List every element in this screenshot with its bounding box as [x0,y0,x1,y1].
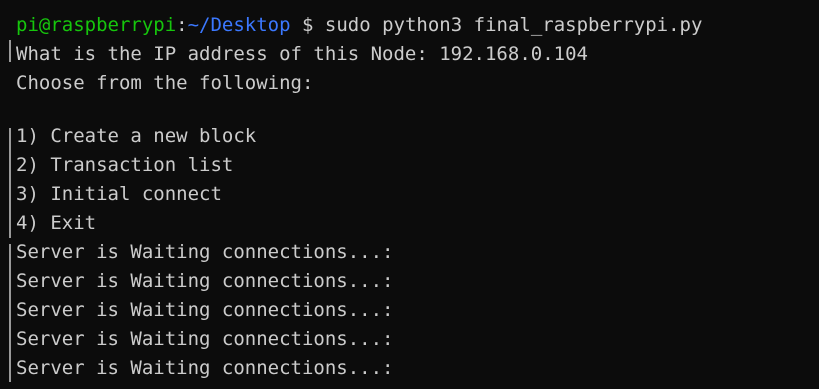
prompt-user-host: pi@raspberrypi [16,14,177,36]
menu-option-exit: 4) Exit [16,212,97,234]
server-status-line: Server is Waiting connections...: [16,241,394,263]
server-status-line: Server is Waiting connections...: [16,357,394,379]
prompt-command: sudo python3 final_raspberrypi.py [324,14,703,36]
menu-option-initial-connect: 3) Initial connect [16,183,222,205]
selection-gutter-mark [9,244,11,382]
server-status-line: Server is Waiting connections...: [16,270,394,292]
terminal-window[interactable]: pi@raspberrypi:~/Desktop $ sudo python3 … [0,0,819,389]
prompt-separator: : [176,14,188,36]
menu-option-create-block: 1) Create a new block [16,125,257,147]
prompt-line: pi@raspberrypi:~/Desktop $ sudo python3 … [16,11,702,40]
selection-gutter-mark [9,40,11,62]
server-status-line: Server is Waiting connections...: [16,328,394,350]
output-line-ip: What is the IP address of this Node: 192… [16,43,588,65]
selection-gutter-mark [9,128,11,238]
prompt-path: ~/Desktop [187,14,291,36]
output-line-choose: Choose from the following: [16,72,314,94]
menu-option-transaction-list: 2) Transaction list [16,154,234,176]
prompt-symbol: $ [302,14,314,36]
server-status-line: Server is Waiting connections...: [16,299,394,321]
